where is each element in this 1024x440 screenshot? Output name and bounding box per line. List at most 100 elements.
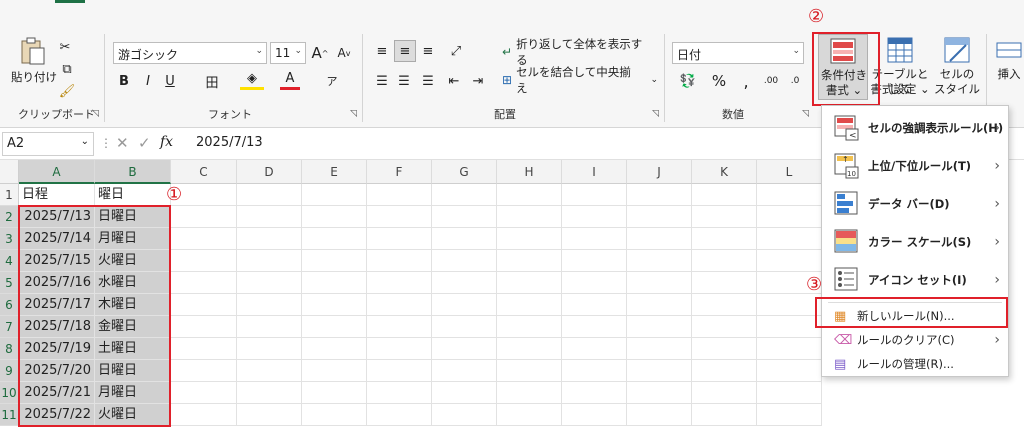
column-header-G[interactable]: G [432,160,497,184]
table-cell-D7[interactable] [237,316,302,338]
column-header-L[interactable]: L [757,160,822,184]
header-cell-H1[interactable] [497,184,562,206]
table-cell-E9[interactable] [302,360,367,382]
table-cell-K10[interactable] [692,382,757,404]
table-cell-G8[interactable] [432,338,497,360]
table-cell-I11[interactable] [562,404,627,426]
italic-button[interactable]: I [140,70,156,92]
header-cell-L1[interactable] [757,184,822,206]
header-cell-K1[interactable] [692,184,757,206]
cancel-icon[interactable]: ✕ [116,134,129,152]
table-cell-E5[interactable] [302,272,367,294]
table-cell-E3[interactable] [302,228,367,250]
align-top-icon[interactable]: ≡ [372,40,392,62]
table-cell-C4[interactable] [171,250,237,272]
table-cell-C10[interactable] [171,382,237,404]
menu-item-clear-rules[interactable]: ⌫ ルールのクリア(C) › [822,328,1008,352]
row-header-9[interactable]: 9 [0,360,19,382]
column-header-B[interactable]: B [95,160,171,184]
menu-item-data-bars[interactable]: データ バー(D) › [822,188,1008,220]
table-cell-L11[interactable] [757,404,822,426]
table-cell-H5[interactable] [497,272,562,294]
table-cell-G10[interactable] [432,382,497,404]
row-header-8[interactable]: 8 [0,338,19,360]
table-cell-L4[interactable] [757,250,822,272]
name-box[interactable]: A2 ⌄ [2,132,94,156]
table-cell-C7[interactable] [171,316,237,338]
table-cell-H10[interactable] [497,382,562,404]
table-cell-G9[interactable] [432,360,497,382]
table-cell-K6[interactable] [692,294,757,316]
underline-button[interactable]: U [162,70,178,92]
font-dialog-launcher[interactable]: ◹ [350,109,357,119]
table-cell-K3[interactable] [692,228,757,250]
font-size-select[interactable]: 11 ⌄ [270,42,306,64]
table-cell-D6[interactable] [237,294,302,316]
table-cell-G11[interactable] [432,404,497,426]
table-cell-J7[interactable] [627,316,692,338]
menu-item-top-bottom[interactable]: ↑ 10 上位/下位ルール(T) › [822,150,1008,182]
table-cell-E11[interactable] [302,404,367,426]
decrease-decimal-icon[interactable]: .0 [784,70,806,92]
table-cell-G6[interactable] [432,294,497,316]
header-cell-B1[interactable]: 曜日 [95,184,171,206]
table-cell-I8[interactable] [562,338,627,360]
table-cell-D8[interactable] [237,338,302,360]
column-header-K[interactable]: K [692,160,757,184]
table-cell-E10[interactable] [302,382,367,404]
table-cell-J5[interactable] [627,272,692,294]
table-cell-K4[interactable] [692,250,757,272]
menu-item-manage-rules[interactable]: ▤ ルールの管理(R)... [822,352,1008,376]
table-cell-E2[interactable] [302,206,367,228]
fill-color-icon[interactable]: ◈ [240,70,264,90]
decrease-indent-icon[interactable]: ⇤ [444,70,464,92]
header-cell-E1[interactable] [302,184,367,206]
row-header-6[interactable]: 6 [0,294,19,316]
number-format-select[interactable]: 日付 ⌄ [672,42,804,64]
table-cell-F3[interactable] [367,228,432,250]
column-header-E[interactable]: E [302,160,367,184]
table-cell-J6[interactable] [627,294,692,316]
header-cell-D1[interactable] [237,184,302,206]
table-cell-J10[interactable] [627,382,692,404]
table-cell-F4[interactable] [367,250,432,272]
borders-icon[interactable]: 田 [200,70,224,92]
table-cell-L7[interactable] [757,316,822,338]
header-cell-A1[interactable]: 日程 [19,184,95,206]
table-cell-C9[interactable] [171,360,237,382]
table-cell-J8[interactable] [627,338,692,360]
table-cell-D5[interactable] [237,272,302,294]
table-cell-H11[interactable] [497,404,562,426]
cut-icon[interactable]: ✂ [56,36,74,58]
menu-item-color-scales[interactable]: カラー スケール(S) › [822,226,1008,258]
table-cell-D3[interactable] [237,228,302,250]
table-cell-D2[interactable] [237,206,302,228]
table-cell-C2[interactable] [171,206,237,228]
table-cell-H7[interactable] [497,316,562,338]
table-cell-L2[interactable] [757,206,822,228]
table-cell-L3[interactable] [757,228,822,250]
table-cell-H6[interactable] [497,294,562,316]
font-name-select[interactable]: 游ゴシック ⌄ [113,42,267,64]
table-cell-F5[interactable] [367,272,432,294]
header-cell-I1[interactable] [562,184,627,206]
orientation-icon[interactable]: ⤢ [444,40,468,62]
table-cell-I4[interactable] [562,250,627,272]
table-cell-D10[interactable] [237,382,302,404]
column-header-I[interactable]: I [562,160,627,184]
column-header-C[interactable]: C [171,160,237,184]
select-all-corner[interactable] [0,160,19,184]
table-cell-C5[interactable] [171,272,237,294]
table-cell-F8[interactable] [367,338,432,360]
table-cell-H4[interactable] [497,250,562,272]
table-cell-G4[interactable] [432,250,497,272]
decrease-font-icon[interactable]: Av [334,42,354,64]
table-cell-E8[interactable] [302,338,367,360]
formula-input[interactable]: 2025/7/13 [196,135,263,150]
table-cell-G7[interactable] [432,316,497,338]
table-cell-K8[interactable] [692,338,757,360]
table-cell-K5[interactable] [692,272,757,294]
font-color-icon[interactable]: A [280,70,300,90]
enter-icon[interactable]: ✓ [138,134,151,152]
comma-style-icon[interactable]: , [738,70,754,92]
